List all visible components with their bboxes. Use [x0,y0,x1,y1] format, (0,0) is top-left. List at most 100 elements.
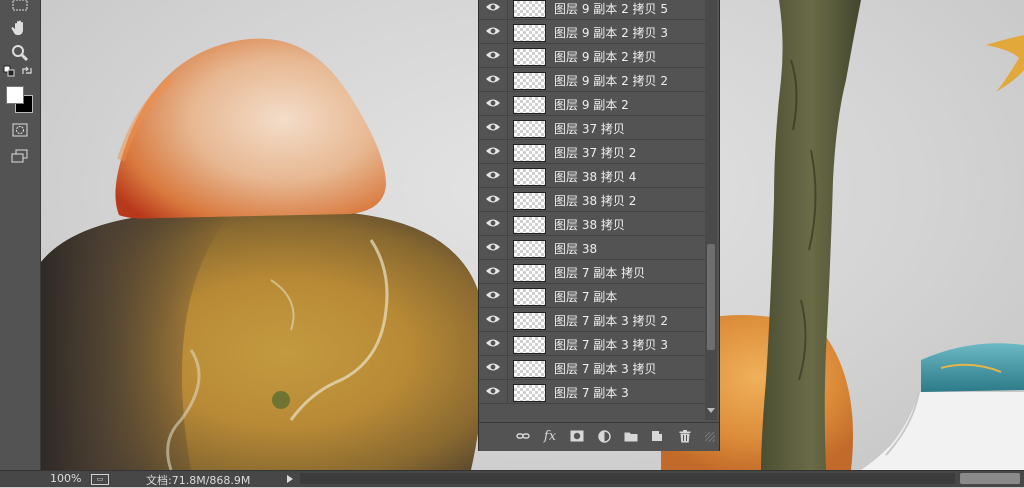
tools-panel [0,0,41,470]
layers-scroll-thumb[interactable] [707,244,715,350]
layer-row[interactable]: 图层 37 拷贝 2 [479,140,705,164]
add-mask-icon[interactable] [569,428,585,444]
layer-thumbnail[interactable] [513,288,546,306]
layer-name[interactable]: 图层 37 拷贝 [554,120,625,137]
layer-row[interactable]: 图层 9 副本 2 [479,92,705,116]
visibility-eye-icon[interactable] [485,121,501,134]
new-group-icon[interactable] [623,428,639,444]
visibility-eye-icon[interactable] [485,97,501,110]
layer-name[interactable]: 图层 37 拷贝 2 [554,144,636,161]
layer-thumbnail[interactable] [513,312,546,330]
layer-name[interactable]: 图层 9 副本 2 拷贝 5 [554,0,668,17]
zoom-icon[interactable] [8,42,32,64]
visibility-eye-icon[interactable] [485,193,501,206]
layer-name[interactable]: 图层 7 副本 [554,288,617,305]
horizontal-scrollbar[interactable] [300,473,955,484]
visibility-eye-icon[interactable] [485,265,501,278]
layer-row[interactable]: 图层 38 拷贝 [479,212,705,236]
layer-row[interactable]: 图层 7 副本 [479,284,705,308]
layer-row[interactable]: 图层 9 副本 2 拷贝 3 [479,20,705,44]
document-info-icon[interactable]: ▭ [91,474,109,485]
layer-name[interactable]: 图层 9 副本 2 拷贝 [554,48,657,65]
layer-row[interactable]: 图层 9 副本 2 拷贝 5 [479,0,705,20]
visibility-eye-icon[interactable] [485,385,501,398]
layer-thumbnail[interactable] [513,240,546,258]
visibility-eye-icon[interactable] [485,361,501,374]
visibility-eye-icon[interactable] [485,217,501,230]
layer-name[interactable]: 图层 7 副本 3 拷贝 [554,360,657,377]
layer-row[interactable]: 图层 38 拷贝 2 [479,188,705,212]
visibility-eye-icon[interactable] [485,313,501,326]
visibility-eye-icon[interactable] [485,337,501,350]
visibility-eye-icon[interactable] [485,241,501,254]
layer-thumbnail[interactable] [513,168,546,186]
visibility-eye-icon[interactable] [485,49,501,62]
layer-name[interactable]: 图层 38 拷贝 [554,216,625,233]
layer-thumbnail[interactable] [513,96,546,114]
layer-thumbnail[interactable] [513,264,546,282]
fx-icon[interactable]: fx [542,428,558,444]
visibility-column-divider [507,68,508,92]
adjustment-layer-icon[interactable] [596,428,612,444]
visibility-eye-icon[interactable] [485,145,501,158]
layer-row[interactable]: 图层 7 副本 拷贝 [479,260,705,284]
visibility-column-divider [507,212,508,236]
layer-name[interactable]: 图层 38 [554,240,597,257]
scroll-down-arrow-icon[interactable] [707,408,715,413]
layer-thumbnail[interactable] [513,24,546,42]
visibility-eye-icon[interactable] [485,25,501,38]
layer-row[interactable]: 图层 9 副本 2 拷贝 2 [479,68,705,92]
layer-row[interactable]: 图层 9 副本 2 拷贝 [479,44,705,68]
visibility-eye-icon[interactable] [485,73,501,86]
quick-mask-icon[interactable] [8,119,32,141]
layer-thumbnail[interactable] [513,120,546,138]
visibility-column-divider [507,140,508,164]
visibility-column-divider [507,308,508,332]
layer-thumbnail[interactable] [513,336,546,354]
layer-row[interactable]: 图层 37 拷贝 [479,116,705,140]
layer-thumbnail[interactable] [513,192,546,210]
layer-row[interactable]: 图层 38 [479,236,705,260]
layer-thumbnail[interactable] [513,72,546,90]
layer-thumbnail[interactable] [513,48,546,66]
zoom-level[interactable]: 100% [50,472,81,485]
panel-resize-grip[interactable] [705,432,715,442]
layer-thumbnail[interactable] [513,0,546,18]
horizontal-scroll-thumb[interactable] [960,473,1020,484]
link-layers-icon[interactable] [515,428,531,444]
layer-row[interactable]: 图层 7 副本 3 拷贝 3 [479,332,705,356]
layer-name[interactable]: 图层 38 拷贝 4 [554,168,636,185]
hand-icon[interactable] [8,17,32,39]
visibility-eye-icon[interactable] [485,289,501,302]
layer-name[interactable]: 图层 9 副本 2 [554,96,629,113]
layer-row[interactable]: 图层 7 副本 3 拷贝 [479,356,705,380]
layer-name[interactable]: 图层 38 拷贝 2 [554,192,636,209]
layer-name[interactable]: 图层 7 副本 3 [554,384,629,401]
layer-name[interactable]: 图层 9 副本 2 拷贝 2 [554,72,668,89]
visibility-column-divider [507,92,508,116]
layer-name[interactable]: 图层 7 副本 3 拷贝 2 [554,312,668,329]
layer-row[interactable]: 图层 7 副本 3 拷贝 2 [479,308,705,332]
foreground-color-swatch[interactable] [6,86,24,104]
visibility-eye-icon[interactable] [485,169,501,182]
visibility-column-divider [507,44,508,68]
layer-thumbnail[interactable] [513,216,546,234]
layer-name[interactable]: 图层 7 副本 3 拷贝 3 [554,336,668,353]
layer-thumbnail[interactable] [513,360,546,378]
layer-row[interactable]: 图层 38 拷贝 4 [479,164,705,188]
new-layer-icon[interactable] [649,428,665,444]
layer-row[interactable]: 图层 7 副本 3 [479,380,705,404]
marquee-icon[interactable] [8,0,32,16]
layer-name[interactable]: 图层 9 副本 2 拷贝 3 [554,24,668,41]
swap-colors-icon[interactable] [20,64,34,78]
layers-scrollbar[interactable] [705,0,717,420]
status-menu-arrow-icon[interactable] [287,475,293,483]
screen-mode-icon[interactable] [8,145,32,167]
default-colors-icon[interactable] [2,64,16,78]
delete-layer-icon[interactable] [677,428,693,444]
visibility-eye-icon[interactable] [485,1,501,14]
layer-thumbnail[interactable] [513,384,546,402]
visibility-column-divider [507,0,508,20]
layer-thumbnail[interactable] [513,144,546,162]
layer-name[interactable]: 图层 7 副本 拷贝 [554,264,645,281]
